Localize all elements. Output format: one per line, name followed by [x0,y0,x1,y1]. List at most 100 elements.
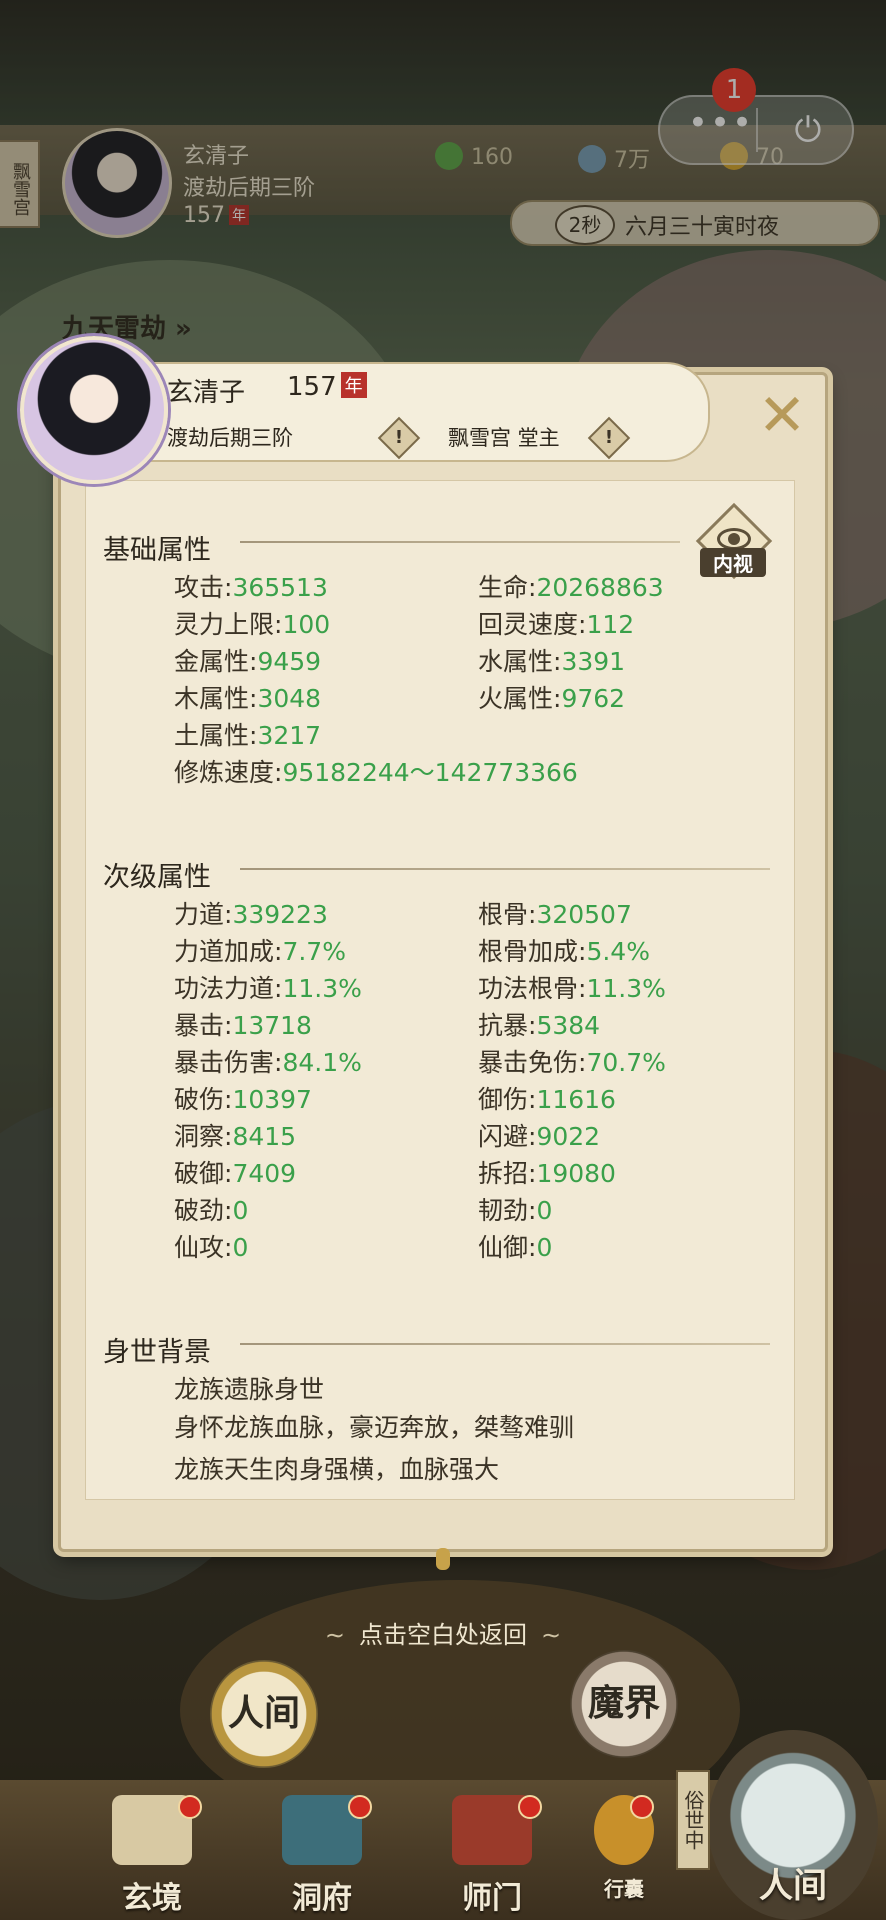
basic-attributes-title: 基础属性 [103,535,211,566]
attribute-value: 8415 [232,1122,297,1151]
attribute-value: 9022 [536,1122,601,1151]
attribute-right: 暴击免伤:70.7% [478,1043,666,1079]
attribute-value: 0 [536,1233,553,1262]
attribute-right: 功法根骨:11.3% [478,969,666,1005]
attribute-value: 5.4% [586,937,650,966]
attribute-label: 火属性: [478,684,562,713]
attribute-value: 9459 [257,647,322,676]
attribute-label: 破御: [174,1159,233,1188]
info-glyph: ! [604,427,614,448]
attribute-left: 暴击:13718 [174,1006,312,1042]
attribute-label: 仙御: [478,1233,537,1262]
character-age: 157 年 [287,372,367,402]
nav-label: 玄境 [122,1881,182,1916]
attribute-label: 韧劲: [478,1196,537,1225]
attribute-right: 仙御:0 [478,1228,552,1264]
nav-xuanjing[interactable]: 玄境 [92,1795,212,1916]
attribute-left: 金属性:9459 [174,642,321,678]
attribute-right: 拆招:19080 [478,1154,616,1190]
attribute-left: 攻击:365513 [174,568,328,604]
section-divider [240,1343,770,1345]
eye-pupil [728,533,740,545]
attribute-left: 洞察:8415 [174,1117,296,1153]
attribute-left: 修炼速度:95182244～142773366 [174,753,578,789]
attribute-value: 3217 [257,721,322,750]
attribute-value: 365513 [232,573,328,602]
year-badge: 年 [340,372,367,398]
attribute-label: 暴击免伤: [478,1048,587,1077]
attribute-left: 力道:339223 [174,895,328,931]
nav-xingnang[interactable]: 行囊 [574,1795,674,1915]
attribute-left: 暴击伤害:84.1% [174,1043,362,1079]
nav-label: 师门 [462,1881,522,1916]
nav-label: 洞府 [292,1881,352,1916]
background-line: 身怀龙族血脉，豪迈奔放，桀骜难驯 [174,1413,575,1442]
attribute-left: 木属性:3048 [174,679,321,715]
attribute-right: 韧劲:0 [478,1191,552,1227]
attribute-value: 95182244～142773366 [282,758,578,787]
character-name: 玄清子 [167,378,246,408]
scroll-handle[interactable] [436,1548,450,1570]
attribute-label: 洞察: [174,1122,233,1151]
attribute-label: 攻击: [174,573,233,602]
attribute-right: 火属性:9762 [478,679,625,715]
attribute-label: 功法力道: [174,974,283,1003]
attribute-label: 根骨加成: [478,937,587,966]
attribute-value: 0 [536,1196,553,1225]
red-dot [348,1795,372,1819]
secondary-attributes-title: 次级属性 [103,862,211,893]
close-button[interactable]: ✕ [750,385,814,449]
attribute-left: 灵力上限:100 [174,605,330,641]
attribute-left: 土属性:3217 [174,716,321,752]
attribute-value: 9762 [561,684,626,713]
attribute-label: 生命: [478,573,537,602]
attribute-label: 灵力上限: [174,610,283,639]
attribute-value: 11.3% [586,974,666,1003]
attribute-value: 7.7% [282,937,346,966]
attribute-value: 70.7% [586,1048,666,1077]
character-realm: 渡劫后期三阶 [167,426,293,450]
attribute-label: 金属性: [174,647,258,676]
nav-label: 行囊 [604,1877,644,1901]
attribute-right: 抗暴:5384 [478,1006,600,1042]
demon-world-button[interactable]: 魔界 [570,1650,678,1758]
attribute-right: 生命:20268863 [478,568,664,604]
human-world-button[interactable]: 人间 [210,1660,318,1768]
attribute-right: 根骨:320507 [478,895,632,931]
section-divider [240,541,680,543]
attribute-value: 11.3% [282,974,362,1003]
attribute-value: 84.1% [282,1048,362,1077]
attribute-label: 回灵速度: [478,610,587,639]
attribute-value: 13718 [232,1011,312,1040]
attribute-right: 回灵速度:112 [478,605,634,641]
attribute-left: 功法力道:11.3% [174,969,362,1005]
attribute-value: 100 [282,610,331,639]
background-line: 龙族天生肉身强横，血脉强大 [174,1455,500,1484]
attribute-label: 力道: [174,900,233,929]
attribute-value: 3391 [561,647,626,676]
attribute-label: 闪避: [478,1122,537,1151]
world-label: 人间 [759,1866,827,1906]
attribute-right: 水属性:3391 [478,642,625,678]
attribute-label: 暴击伤害: [174,1048,283,1077]
attribute-value: 20268863 [536,573,664,602]
attribute-label: 仙攻: [174,1233,233,1262]
background-line: 龙族遗脉身世 [174,1375,325,1404]
attribute-right: 根骨加成:5.4% [478,932,650,968]
red-dot [518,1795,542,1819]
character-age-value: 157 [287,372,337,402]
attribute-label: 破劲: [174,1196,233,1225]
attribute-value: 11616 [536,1085,616,1114]
attribute-left: 破御:7409 [174,1154,296,1190]
attribute-value: 10397 [232,1085,312,1114]
attribute-label: 修炼速度: [174,758,283,787]
attribute-label: 根骨: [478,900,537,929]
inspect-label[interactable]: 内视 [700,548,766,577]
character-avatar [20,336,168,484]
attribute-value: 320507 [536,900,632,929]
red-dot [178,1795,202,1819]
attribute-value: 19080 [536,1159,616,1188]
attribute-label: 木属性: [174,684,258,713]
nav-dongfu[interactable]: 洞府 [262,1795,382,1916]
nav-shimen[interactable]: 师门 [432,1795,552,1916]
